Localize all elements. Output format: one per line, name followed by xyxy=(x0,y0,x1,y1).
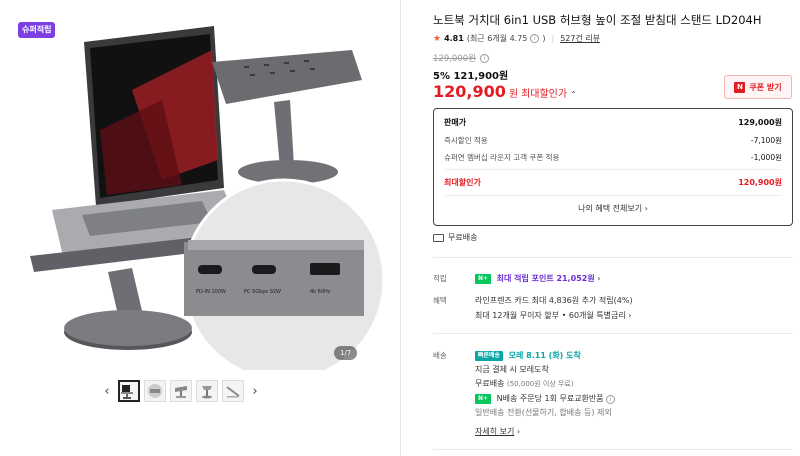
final-price-unit: 원 xyxy=(508,89,519,100)
thumbnail-1[interactable] xyxy=(118,380,140,402)
port-label-1: PD-IN 100W xyxy=(196,289,226,295)
chevron-right-icon: › xyxy=(644,204,648,213)
delivery-more-label: 자세히 보기 xyxy=(475,427,515,436)
fast-delivery-row[interactable]: 빠른배송 모레 8.11 (화) 도착 xyxy=(475,350,581,361)
all-benefits-label: 나의 혜택 전체보기 xyxy=(578,204,643,213)
thumbnail-image xyxy=(148,384,162,398)
product-gallery: PD-IN 100W PC 5Gbps 92W 4k 60Hz 슈퍼적립 1/7… xyxy=(0,0,400,456)
star-icon: ★ xyxy=(433,33,442,44)
price-info-icon[interactable]: i xyxy=(479,53,489,63)
thumbnail-image xyxy=(226,386,240,398)
port-label-2: PC 5Gbps 92W xyxy=(244,289,281,295)
price-divider xyxy=(444,169,782,170)
max-price-value: 120,900원 xyxy=(738,178,782,187)
chevron-right-icon: › xyxy=(516,427,521,436)
nplus-badge: N+ xyxy=(475,393,492,404)
delivery-line-1: 지금 결제 시 모레도착 xyxy=(475,365,549,374)
final-price: 120,900 xyxy=(433,82,506,101)
chevron-up-icon[interactable]: ⌃ xyxy=(570,90,577,99)
thumbnail-image xyxy=(175,386,187,398)
price-row-sale: 판매가 129,000원 xyxy=(444,117,782,128)
delivery-line-3: N+ N배송 주문당 1회 무료교환반품 i xyxy=(475,393,616,404)
delivery-line-4: 일반배송 전환(선물하기, 합배송 등) 제외 xyxy=(475,408,612,417)
final-price-label: 최대할인가 xyxy=(521,89,568,100)
original-price: 129,000원 xyxy=(433,54,476,64)
discount-price: 5% 121,900원 xyxy=(433,71,509,82)
chevron-right-icon[interactable]: › xyxy=(248,380,262,402)
thumbnail-4[interactable] xyxy=(196,380,218,402)
price-row-value: 129,000원 xyxy=(738,118,782,127)
port-label-3: 4k 60Hz xyxy=(310,289,331,295)
benefit-line-1: 라인프렌즈 카드 최대 4,836원 추가 적립(4%) xyxy=(475,295,633,306)
delivery-line-2: 무료배송 (50,000원 이상 무료) xyxy=(475,378,574,389)
coupon-label: 쿠폰 받기 xyxy=(749,82,782,92)
free-shipping-label: 무료배송 xyxy=(448,233,478,242)
panel-divider xyxy=(400,0,401,456)
original-price-row: 129,000원 i xyxy=(433,52,489,64)
price-row-instant: 즉시할인 적용 -7,100원 xyxy=(444,135,782,146)
exchange-text: N배송 주문당 1회 무료교환반품 xyxy=(496,394,604,403)
thumbnail-image xyxy=(202,386,212,399)
recent-rating: (최근 6개월 4.75 xyxy=(466,34,528,43)
review-count-link[interactable]: 527건 리뷰 xyxy=(560,33,600,44)
rating-score: 4.81 xyxy=(444,34,464,43)
info-icon[interactable]: i xyxy=(606,395,616,404)
thumbnail-2[interactable] xyxy=(144,380,166,402)
delivery-label: 배송 xyxy=(433,351,447,360)
laptop-stand-illustration: PD-IN 100W PC 5Gbps 92W 4k 60Hz xyxy=(30,26,386,370)
main-product-image[interactable]: PD-IN 100W PC 5Gbps 92W 4k 60Hz xyxy=(12,10,388,370)
rating-separator: | xyxy=(551,34,555,43)
chevron-right-icon: › xyxy=(628,311,632,320)
section-divider xyxy=(433,257,793,258)
price-divider xyxy=(444,195,782,196)
section-divider xyxy=(433,449,793,450)
product-title: 노트북 거치대 6in1 USB 허브형 높이 조절 받침대 스탠드 LD204… xyxy=(433,13,762,27)
points-text: 최대 적립 포인트 21,052원 xyxy=(496,274,595,283)
all-benefits-link[interactable]: 나의 혜택 전체보기 › xyxy=(434,203,792,214)
final-price-row[interactable]: 120,900 원 최대할인가 ⌃ xyxy=(433,82,577,101)
naver-n-icon: N xyxy=(734,81,746,93)
recent-rating-close: ) xyxy=(542,34,546,43)
benefit-line-1-text: 라인프렌즈 카드 최대 4,836원 추가 적립(4%) xyxy=(475,296,633,305)
points-row[interactable]: N+ 최대 적립 포인트 21,052원 › xyxy=(475,273,600,284)
price-row-label: 즉시할인 적용 xyxy=(444,136,488,145)
price-row-value: -1,000원 xyxy=(750,153,782,162)
thumbnail-3[interactable] xyxy=(170,380,192,402)
benefit-line-2[interactable]: 최대 12개월 무이자 할부 • 60개월 특별금리 › xyxy=(475,310,632,321)
chevron-left-icon[interactable]: ‹ xyxy=(100,380,114,402)
truck-icon xyxy=(433,233,444,242)
rating-row: ★ 4.81 (최근 6개월 4.75 i ) | 527건 리뷰 xyxy=(433,33,600,44)
fast-delivery-text: 모레 8.11 (화) 도착 xyxy=(508,351,581,360)
price-row-label: 슈퍼연 멤버십 라운지 고객 쿠폰 적용 xyxy=(444,153,560,162)
thumbnail-image xyxy=(121,385,133,399)
points-label: 적립 xyxy=(433,274,447,283)
thumbnail-5[interactable] xyxy=(222,380,244,402)
benefits-label: 혜택 xyxy=(433,296,447,305)
npay-badge: N+ xyxy=(475,273,492,284)
info-icon[interactable]: i xyxy=(530,34,540,43)
benefit-line-2-text: 최대 12개월 무이자 할부 • 60개월 특별금리 xyxy=(475,311,626,320)
price-row-max: 최대할인가 120,900원 xyxy=(444,177,782,188)
delivery-free-condition: (50,000원 이상 무료) xyxy=(507,380,574,388)
fast-delivery-badge: 빠른배송 xyxy=(475,350,504,361)
delivery-free-text: 무료배송 xyxy=(475,379,505,388)
max-price-label: 최대할인가 xyxy=(444,178,481,187)
section-divider xyxy=(433,333,793,334)
coupon-button[interactable]: N 쿠폰 받기 xyxy=(724,75,792,99)
price-row-value: -7,100원 xyxy=(750,136,782,145)
super-points-badge: 슈퍼적립 xyxy=(18,22,56,38)
thumbnail-strip: ‹ › xyxy=(100,378,262,404)
chevron-right-icon: › xyxy=(597,274,601,283)
delivery-more-link[interactable]: 자세히 보기 › xyxy=(475,426,520,437)
price-row-coupon: 슈퍼연 멤버십 라운지 고객 쿠폰 적용 -1,000원 xyxy=(444,152,782,163)
price-row-label: 판매가 xyxy=(444,118,467,127)
image-counter: 1/7 xyxy=(334,346,358,360)
price-breakdown: 판매가 129,000원 즉시할인 적용 -7,100원 슈퍼연 멤버십 라운지… xyxy=(433,108,793,226)
free-shipping-row: 무료배송 xyxy=(433,232,477,243)
